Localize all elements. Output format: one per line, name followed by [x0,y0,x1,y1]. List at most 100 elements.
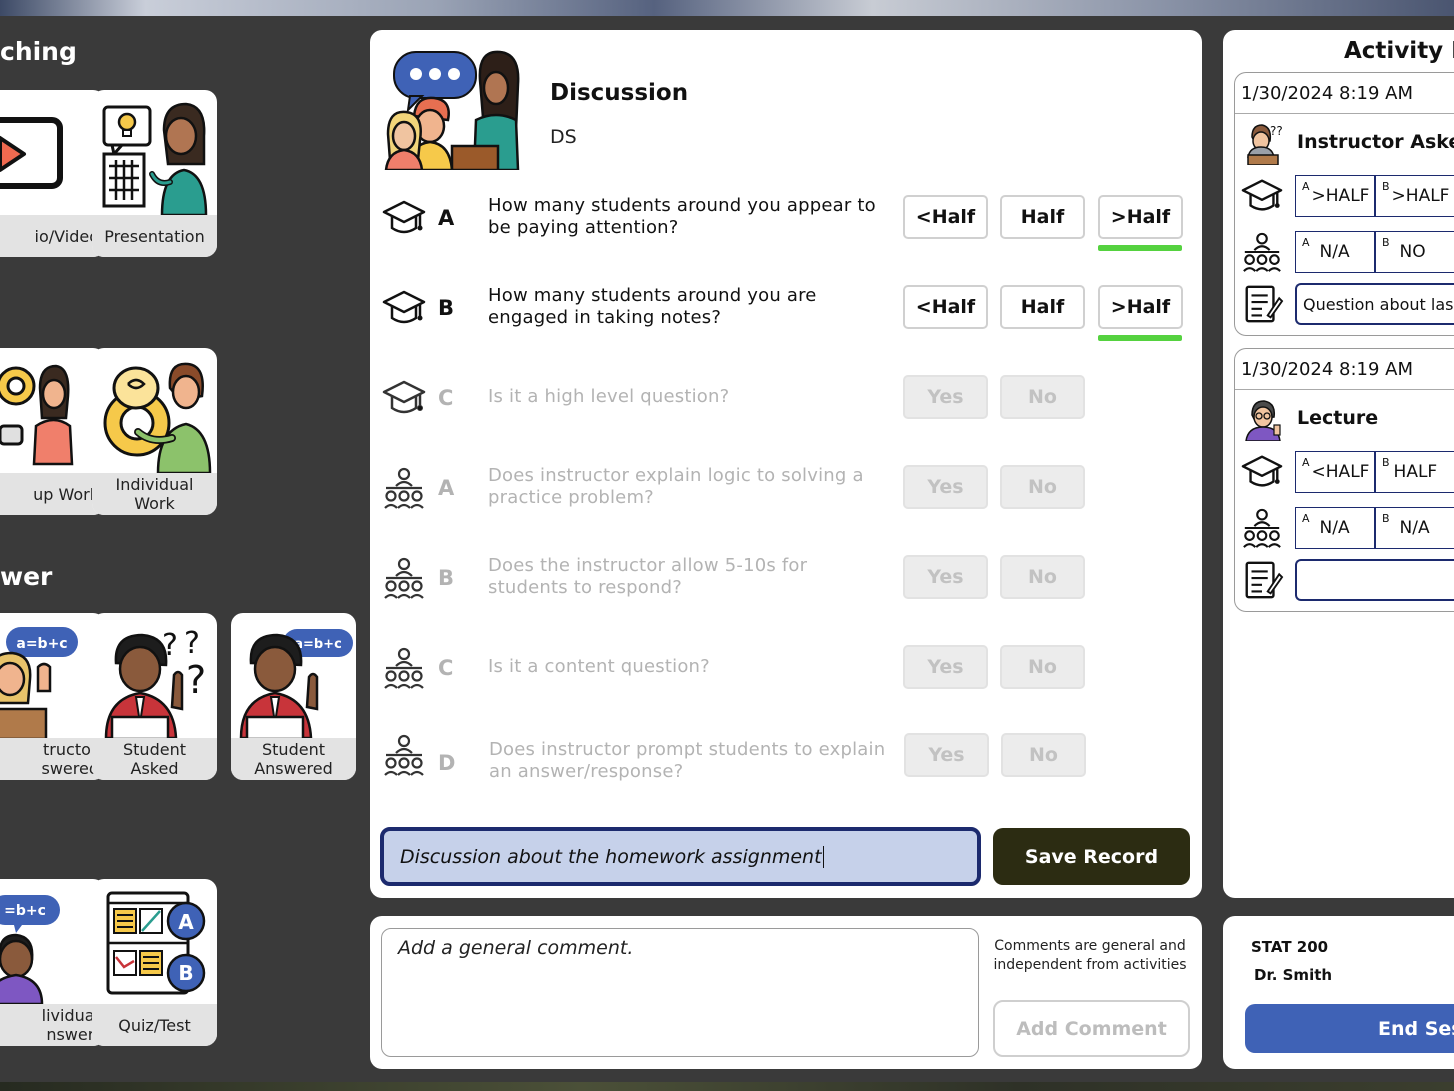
tile-student-answered[interactable]: a=b+c Student Answered [231,613,356,780]
value: >HALF [1311,186,1370,206]
option-yes-button[interactable]: Yes [903,465,988,509]
tile-individual-work[interactable]: Individual Work [92,348,217,515]
section-title-answer: wer [0,562,53,591]
log-note: Question about las [1295,283,1454,325]
sup-a: A [1302,511,1310,525]
log-entry[interactable]: 1/30/2024 8:19 AM Lecture A <HALF B HALF A… [1234,348,1454,612]
save-record-button[interactable]: Save Record [993,828,1190,885]
option-half-button[interactable]: Half [1000,195,1085,239]
instructor-answered-icon: a=b+c [0,627,78,738]
question-text: Does instructor explain logic to solving… [488,465,864,508]
value: N/A [1319,518,1350,538]
background-bottom-band [0,1082,1454,1091]
question-letter: A [438,206,455,230]
comment-help-text: Comments are general and independent fro… [993,938,1187,973]
classroom-icon [382,646,426,690]
value: NO [1399,242,1426,262]
option-less-than-half-button[interactable]: <Half [903,285,988,329]
end-session-button[interactable]: End Ses [1245,1004,1454,1053]
activity-note-input[interactable]: Discussion about the homework assignment [380,827,981,886]
section-title-teaching: ching [0,37,77,66]
course-instructor: Dr. Smith [1254,966,1333,984]
option-no-button[interactable]: No [1000,645,1085,689]
log-activity-name: Instructor Aske [1297,131,1454,153]
student-asked-icon: ? ? ? [104,626,206,738]
graduation-cap-icon [382,196,426,240]
tile-student-asked[interactable]: ? ? ? Student Asked [92,613,217,780]
tile-label: tructor swered [0,738,105,780]
divider [1235,113,1454,114]
tile-label: up Work [0,473,105,515]
quiz-option-b: B [178,961,193,985]
option-no-button[interactable]: No [1000,555,1085,599]
tile-audio-video[interactable]: io/Video [0,90,105,257]
log-instructor-b-value: B NO [1375,231,1454,273]
comment-panel: Add a general comment. Comments are gene… [370,916,1202,1069]
question-text: Is it a content question? [488,656,710,677]
general-comment-input[interactable]: Add a general comment. [381,928,979,1057]
option-less-than-half-button[interactable]: <Half [903,195,988,239]
individual-work-icon [103,362,212,473]
question-row: C Is it a content question? Yes No [370,634,1202,704]
tile-instructor-answered[interactable]: a=b+c tructor swered [0,613,105,780]
log-note [1295,559,1454,601]
option-no-button[interactable]: No [1000,465,1085,509]
graduation-cap-icon [382,286,426,330]
question-row: D Does instructor prompt students to exp… [370,721,1202,791]
question-row: A How many students around you appear to… [370,184,1202,254]
option-more-than-half-button[interactable]: >Half [1098,195,1183,239]
log-student-a-value: A >HALF [1295,175,1375,217]
question-letter: B [438,566,455,590]
graduation-cap-icon [382,376,426,420]
question-row: B How many students around you are engag… [370,274,1202,344]
question-text: Does instructor prompt students to expla… [489,739,886,782]
tile-presentation[interactable]: Presentation [92,90,217,257]
classroom-icon [382,733,426,777]
option-yes-button[interactable]: Yes [903,555,988,599]
option-half-button[interactable]: Half [1000,285,1085,329]
activity-log-title: Activity L [1344,38,1454,64]
option-more-than-half-button[interactable]: >Half [1098,285,1183,329]
question-text: Does the instructor allow 5-10s for stud… [488,555,808,598]
divider [1235,389,1454,390]
tile-quiz-test[interactable]: A B Quiz/Test [92,879,217,1046]
instructor-asked-icon: ?? [1247,124,1283,165]
option-no-button[interactable]: No [1000,375,1085,419]
add-comment-button[interactable]: Add Comment [993,1000,1190,1057]
formula-text: =b+c [4,903,46,919]
text-caret [822,845,824,868]
question-row: C Is it a high level question? Yes No [370,364,1202,434]
log-activity-name: Lecture [1297,407,1379,429]
classroom-icon [382,556,426,600]
log-entry[interactable]: 1/30/2024 8:19 AM ?? Instructor Aske A >H… [1234,72,1454,336]
tile-group-work[interactable]: up Work [0,348,105,515]
background-top-band [0,0,1454,16]
activity-log-panel: Activity L 1/30/2024 8:19 AM ?? Instruct… [1223,30,1454,898]
sup-b: B [1382,179,1390,193]
individual-answer-icon: =b+c [0,895,60,1004]
option-no-button[interactable]: No [1001,733,1086,777]
value: >HALF [1391,186,1450,206]
sup-a: A [1302,179,1310,193]
svg-text:?: ? [184,626,200,661]
log-student-b-value: B >HALF [1375,175,1454,217]
option-yes-button[interactable]: Yes [903,375,988,419]
question-row: A Does instructor explain logic to solvi… [370,454,1202,524]
option-yes-button[interactable]: Yes [903,645,988,689]
svg-text:?: ? [186,658,206,702]
tile-label: Student Asked [92,738,217,780]
question-text: How many students around you appear to b… [488,195,876,238]
option-yes-button[interactable]: Yes [904,733,989,777]
tile-label: Presentation [92,215,217,257]
tile-individual-answer[interactable]: =b+c lividual nswer [0,879,105,1046]
quiz-test-icon: A B [106,891,206,995]
quiz-option-a: A [178,910,194,934]
classroom-icon [382,466,426,510]
log-instructor-a-value: A N/A [1295,507,1375,549]
graduation-cap-icon [1241,455,1283,487]
formula-text: a=b+c [294,637,342,652]
question-marks: ?? [1270,124,1283,138]
selected-indicator [1098,245,1182,251]
value: <HALF [1311,462,1370,482]
classroom-icon [1243,508,1281,548]
